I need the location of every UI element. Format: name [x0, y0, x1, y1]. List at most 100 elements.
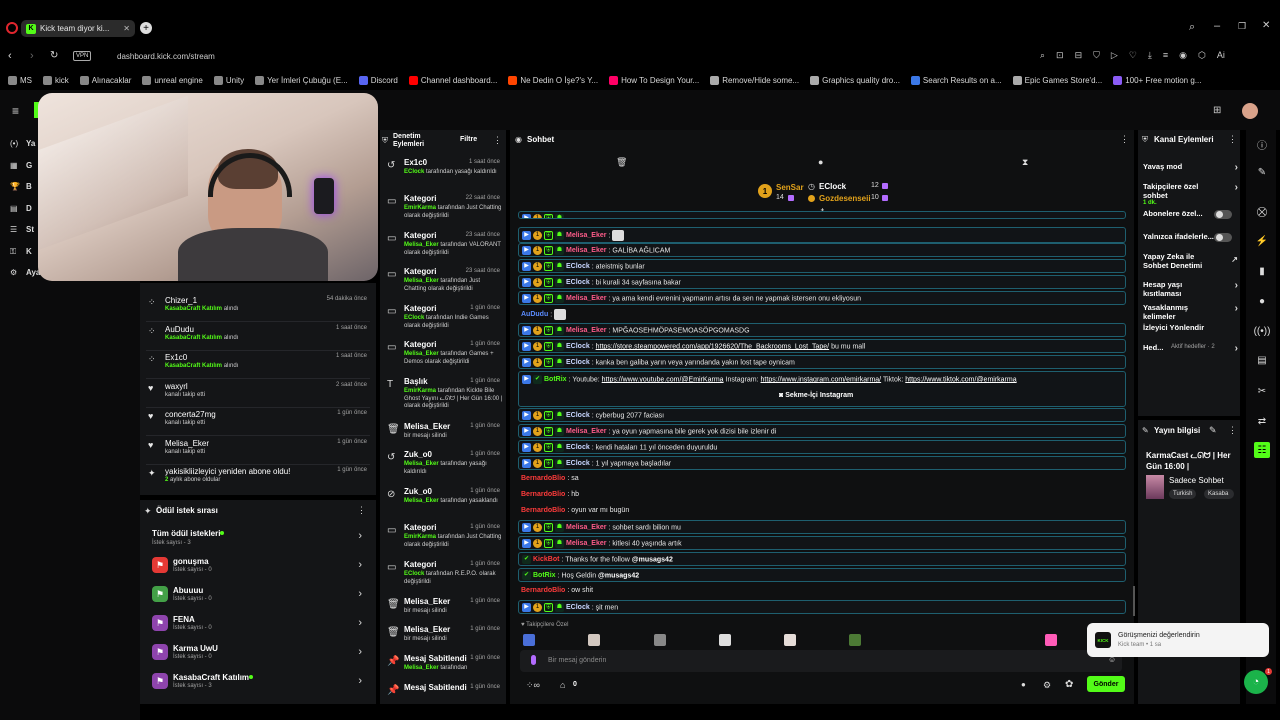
points-icon[interactable]: ⁘∞: [526, 680, 540, 691]
channel-action-item[interactable]: Yalnızca ifadelerle...: [1143, 232, 1238, 242]
bookmark-item[interactable]: Ne Dedin O İşe?'s Y...: [508, 75, 598, 85]
moderation-item[interactable]: T Başlık 1 gün önce EmirKarma tarafından Ki…: [384, 377, 506, 422]
activity-item[interactable]: ✦ yakisikliizleyici yeniden abone oldu! 2 …: [146, 465, 370, 493]
chat-link[interactable]: https://store.steampowered.com/app/19266…: [596, 343, 829, 350]
search-tabs-icon[interactable]: ⌕: [1189, 21, 1195, 34]
chat-message[interactable]: ✔ KickBot: Thanks for the follow @musags4…: [518, 552, 1126, 566]
bookmark-item[interactable]: Unity: [213, 75, 244, 85]
channel-action-item[interactable]: Hed... Aktif hedefler · 2 ›: [1143, 343, 1238, 354]
bolt-icon[interactable]: ⚡: [1254, 233, 1270, 249]
user-avatar[interactable]: [1242, 103, 1258, 119]
chat-username[interactable]: BernardoBlio: [521, 475, 565, 482]
moderation-item[interactable]: ▭ Kategori 22 saat önce EmirKarma tarafında…: [384, 194, 506, 231]
chat-message[interactable]: AuDudu:: [518, 307, 1126, 323]
left-nav-item[interactable]: 🏆 B: [10, 182, 32, 191]
channel-action-item[interactable]: Yavaş mod ›: [1143, 162, 1238, 173]
back-icon[interactable]: ‹: [8, 50, 12, 62]
reward-chevron-icon[interactable]: ›: [358, 559, 362, 571]
emote-picker-icon[interactable]: ✿: [1065, 679, 1073, 690]
chat-settings-bubble-icon[interactable]: ●: [1021, 680, 1026, 689]
mic-icon[interactable]: [531, 655, 536, 665]
channel-action-item[interactable]: Takipçilere özel sohbet 1 dk. ›: [1143, 182, 1238, 206]
moderation-item[interactable]: ▭ Kategori 23 saat önce Melisa_Eker tarafın…: [384, 231, 506, 267]
minimize-icon[interactable]: –: [1214, 20, 1220, 32]
chat-bubble-icon[interactable]: ●: [818, 157, 823, 167]
chat-message[interactable]: ▶ 1 ⛨ ☗ EClock: kendi hataları 11 yıl öncede…: [518, 440, 1126, 454]
moderation-item[interactable]: 🗑 Melisa_Eker 1 gün önce bir mesajı silindi: [384, 597, 506, 625]
channel-action-item[interactable]: Abonelere özel...: [1143, 209, 1238, 219]
toggle-switch[interactable]: [1214, 210, 1232, 219]
broadcast-icon[interactable]: ((•)): [1254, 323, 1271, 339]
emote-thumbnail[interactable]: [849, 634, 861, 646]
channel-action-item[interactable]: Yapay Zeka ile Sohbet Denetimi ↗: [1143, 252, 1238, 270]
chat-message[interactable]: BernardoBlio: hb: [518, 489, 1126, 503]
edit-stream-icon[interactable]: ✎: [1209, 425, 1217, 436]
reward-item[interactable]: ⚑ KasabaCraft Katılım İstek sayısı - 3 ›: [146, 673, 368, 701]
bug-icon[interactable]: ⛒: [1254, 204, 1270, 220]
maximize-icon[interactable]: ❐: [1238, 21, 1246, 32]
reward-chevron-icon[interactable]: ›: [358, 617, 362, 629]
chat-username[interactable]: BernardoBlio: [521, 507, 565, 514]
wrench-icon[interactable]: ✂: [1254, 383, 1270, 399]
gift-icon[interactable]: ⌂: [560, 680, 565, 690]
shield-icon[interactable]: ⛉: [1093, 50, 1100, 61]
bookmark-item[interactable]: Remove/Hide some...: [710, 75, 799, 85]
chat-mention[interactable]: @musags42: [598, 572, 639, 579]
vpn-badge[interactable]: VPN: [73, 51, 92, 61]
leader-3-name[interactable]: Gozdesenseii: [819, 194, 871, 203]
zoom-icon[interactable]: ⌕: [1040, 50, 1045, 61]
bookmark-item[interactable]: unreal engine: [142, 75, 203, 85]
chevron-right-icon[interactable]: ›: [1235, 182, 1238, 193]
browser-tab[interactable]: K Kick team diyor ki... ✕: [21, 20, 135, 37]
reward-queue-menu-icon[interactable]: ⋮: [357, 505, 366, 516]
channel-action-item[interactable]: İzleyici Yönlendir: [1143, 323, 1238, 332]
play-icon[interactable]: ▷: [1111, 50, 1118, 61]
chat-message[interactable]: BernardoBlio: ow shit: [518, 585, 1126, 599]
tag-0[interactable]: Turkish: [1169, 489, 1197, 499]
chat-mention[interactable]: @musags42: [632, 556, 673, 563]
support-chat-icon[interactable]: ◔: [1244, 670, 1268, 694]
botrix-pinned-message[interactable]: ▶ ✔ BotRix: Youtube: https://www.youtube.c…: [518, 371, 1126, 407]
chat-username[interactable]: BernardoBlio: [521, 587, 565, 594]
moderation-item[interactable]: 📌 Mesaj Sabitlendi 1 gün önce Melisa_Eker t…: [384, 654, 506, 683]
chat-username[interactable]: Melisa_Eker: [566, 327, 606, 334]
download-icon[interactable]: ⤓: [1148, 50, 1152, 61]
left-nav-item[interactable]: ▦ G: [10, 161, 32, 170]
moderation-item[interactable]: 🗑 Melisa_Eker 1 gün önce bir mesajı silindi: [384, 625, 506, 654]
bookmark-item[interactable]: Graphics quality dro...: [810, 75, 900, 85]
reward-item[interactable]: ⚑ Karma UwU İstek sayısı - 0 ›: [146, 644, 368, 672]
chat-message[interactable]: ▶ 1 ⛨ ☗ EClock: bi kurali 34 sayfasına bakar: [518, 275, 1126, 289]
chat-message[interactable]: ▶ 1 ⛨ ☗: [518, 211, 1126, 219]
chat-message[interactable]: ▶ 1 ⛨ ☗ Melisa_Eker: GALİBA AĞLICAM: [518, 243, 1126, 257]
reward-chevron-icon[interactable]: ›: [358, 675, 362, 687]
leader-1-name[interactable]: SenSar: [776, 183, 804, 192]
bookmark-item[interactable]: Discord: [358, 75, 398, 85]
leader-2-name[interactable]: EClock: [819, 182, 846, 191]
channel-action-item[interactable]: Hesap yaşı kısıtlaması ›: [1143, 280, 1238, 298]
emote-thumbnail[interactable]: [588, 634, 600, 646]
opera-logo-icon[interactable]: [6, 22, 18, 34]
chat-message[interactable]: ▶ 1 ⛨ ☗ EClock: şit men: [518, 600, 1126, 614]
instagram-tab-button[interactable]: ◙ Sekme-İçi Instagram: [779, 392, 853, 399]
chat-message[interactable]: ▶ 1 ⛨ ☗ Melisa_Eker: kitlesi 40 yaşında artı…: [518, 536, 1126, 550]
chat-username[interactable]: Melisa_Eker: [566, 524, 606, 531]
left-nav-item[interactable]: ⚿ K: [10, 247, 32, 257]
ai-icon[interactable]: Ai: [1217, 50, 1225, 61]
chat-message[interactable]: ▶ 1 ⛨ ☗ Melisa_Eker: sohbet sardı bilion mu: [518, 520, 1126, 534]
hamburger-menu-icon[interactable]: ≡: [12, 104, 19, 118]
chat-username[interactable]: EClock: [566, 279, 590, 286]
emote-thumbnail[interactable]: [523, 634, 535, 646]
studio-icon[interactable]: ⊞: [1213, 105, 1221, 116]
url-field[interactable]: dashboard.kick.com/stream: [117, 52, 215, 61]
chevron-right-icon[interactable]: ›: [1235, 162, 1238, 173]
chat-message[interactable]: ▶ 1 ⛨ ☗ EClock: 1 yıl yapmaya başladılar: [518, 456, 1126, 470]
moderation-item[interactable]: ▭ Kategori 23 saat önce Melisa_Eker tarafın…: [384, 267, 506, 304]
toggle-switch[interactable]: [1214, 233, 1232, 242]
bookmark-item[interactable]: Alınacaklar: [79, 75, 131, 85]
profile-icon[interactable]: ◉: [1179, 50, 1187, 61]
bookmark-item[interactable]: Yer İmleri Çubuğu (E...: [255, 75, 348, 85]
chat-username[interactable]: AuDudu: [521, 311, 548, 318]
toast-notification[interactable]: KICK Görüşmenizi değerlendirin Kick team…: [1087, 623, 1269, 657]
chat-message[interactable]: ▶ 1 ⛨ ☗ EClock: cyberbug 2077 faciası: [518, 408, 1126, 422]
channel-action-item[interactable]: Yasaklanmış kelimeler ›: [1143, 303, 1238, 321]
